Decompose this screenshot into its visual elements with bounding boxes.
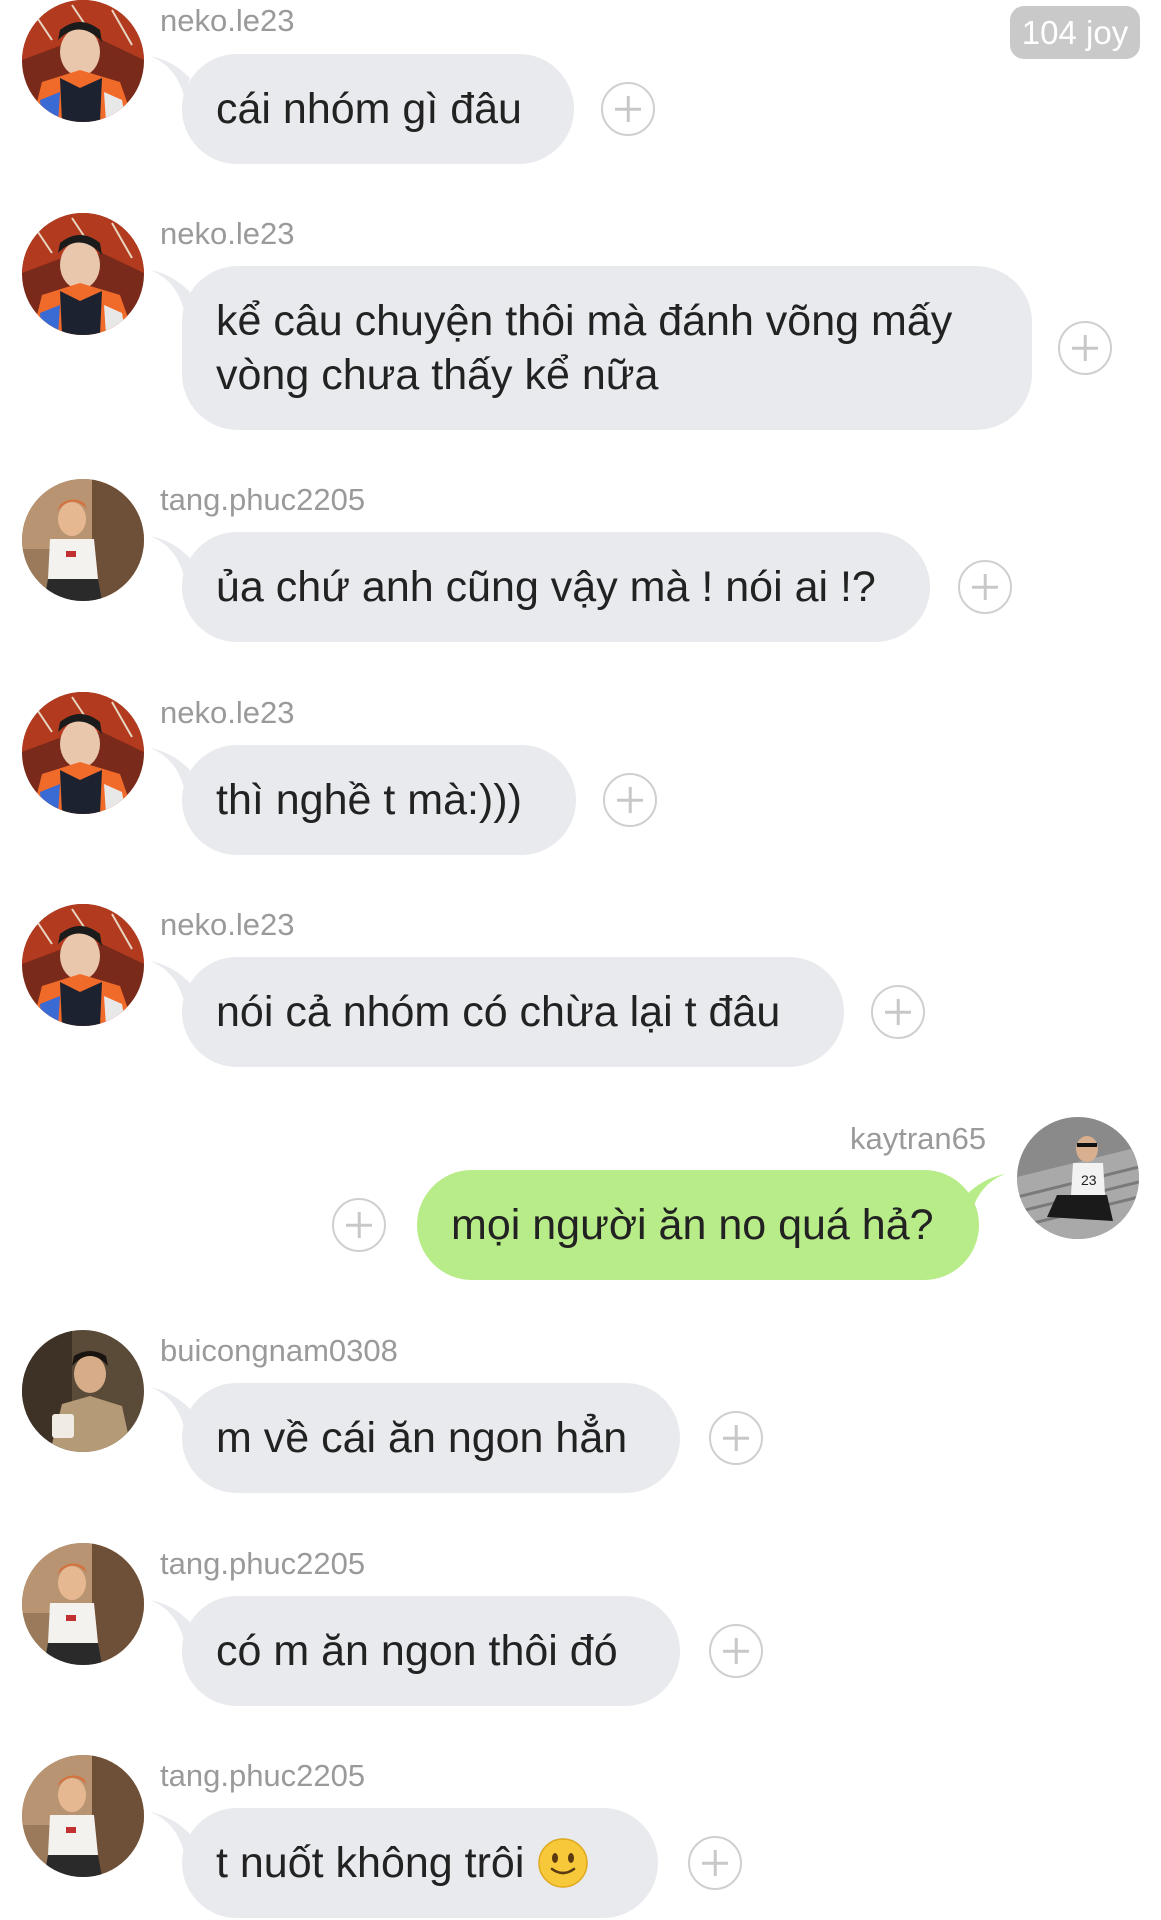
add-reaction-button[interactable] <box>1058 321 1112 375</box>
bubble-tail <box>150 56 190 96</box>
add-reaction-button[interactable] <box>688 1836 742 1890</box>
message-bubble: kể câu chuyện thôi mà đánh võng mấy vòng… <box>182 266 1032 430</box>
add-reaction-button[interactable] <box>601 82 655 136</box>
add-reaction-button[interactable] <box>871 985 925 1039</box>
avatar-tang[interactable] <box>22 479 144 601</box>
avatar-neko[interactable] <box>22 692 144 814</box>
username: buicongnam0308 <box>160 1333 398 1368</box>
username: neko.le23 <box>160 695 295 730</box>
slightly-smiling-face-icon <box>538 1838 588 1888</box>
message-bubble: t nuốt không trôi <box>182 1808 658 1918</box>
message-text: t nuốt không trôi <box>216 1839 525 1887</box>
username: neko.le23 <box>160 3 295 38</box>
avatar-neko[interactable] <box>22 213 144 335</box>
message-bubble: cái nhóm gì đâu <box>182 54 574 164</box>
message-text: thì nghề t mà:))) <box>216 776 522 824</box>
message-bubble: mọi người ăn no quá hả? <box>417 1170 979 1280</box>
add-reaction-button[interactable] <box>603 773 657 827</box>
add-reaction-button[interactable] <box>958 560 1012 614</box>
message-text: ủa chứ anh cũng vậy mà ! nói ai !? <box>216 563 876 611</box>
avatar-neko[interactable] <box>22 904 144 1026</box>
avatar-neko[interactable] <box>22 0 144 122</box>
avatar-tang[interactable] <box>22 1543 144 1665</box>
username: kaytran65 <box>850 1121 987 1156</box>
avatar-tang[interactable] <box>22 1755 144 1877</box>
message-bubble: thì nghề t mà:))) <box>182 745 576 855</box>
avatar-kay[interactable] <box>1017 1117 1139 1239</box>
username: neko.le23 <box>160 907 295 942</box>
joy-badge: 104 joy <box>1010 6 1140 59</box>
message-bubble: ủa chứ anh cũng vậy mà ! nói ai !? <box>182 532 930 642</box>
message-text: cái nhóm gì đâu <box>216 85 522 133</box>
message-bubble: m về cái ăn ngon hẳn <box>182 1383 680 1493</box>
add-reaction-button[interactable] <box>332 1198 386 1252</box>
message-text: có m ăn ngon thôi đó <box>216 1627 618 1675</box>
username: tang.phuc2205 <box>160 1546 366 1581</box>
message-text: m về cái ăn ngon hẳn <box>216 1414 628 1462</box>
username: tang.phuc2205 <box>160 1758 366 1793</box>
username: tang.phuc2205 <box>160 482 366 517</box>
message-text: mọi người ăn no quá hả? <box>451 1201 934 1249</box>
message-bubble: có m ăn ngon thôi đó <box>182 1596 680 1706</box>
message-text: kể câu chuyện thôi mà đánh võng mấy vòng… <box>216 297 953 399</box>
avatar-bui[interactable] <box>22 1330 144 1452</box>
add-reaction-button[interactable] <box>709 1411 763 1465</box>
message-text: nói cả nhóm có chừa lại t đâu <box>216 988 781 1036</box>
message-bubble: nói cả nhóm có chừa lại t đâu <box>182 957 844 1067</box>
add-reaction-button[interactable] <box>709 1624 763 1678</box>
username: neko.le23 <box>160 216 295 251</box>
